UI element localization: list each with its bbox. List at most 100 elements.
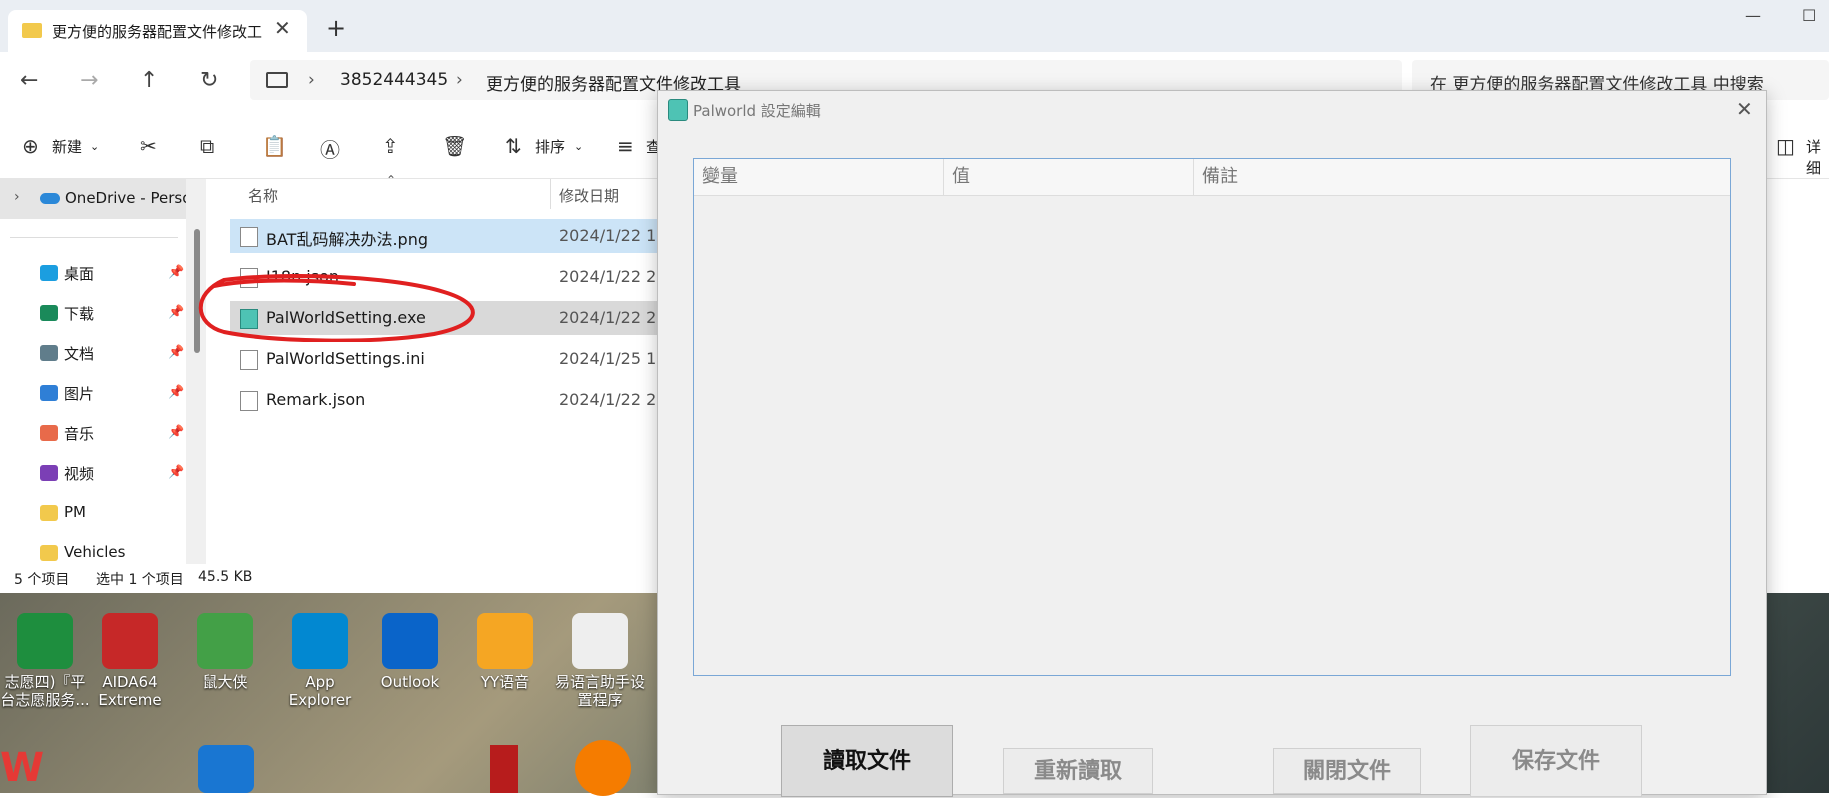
desktop-shortcut[interactable]: 志愿四)『平 台志愿服务... [0,613,90,709]
details-button[interactable]: 详细 [1806,136,1829,178]
file-icon [240,227,258,247]
file-modified-date: 2024/1/22 2:4 [559,390,672,409]
app-shortcut-icon [382,613,438,669]
back-arrow-icon[interactable]: ← [20,68,38,93]
quick-access-list: 桌面 📌 下载 📌 文档 📌 图片 📌 音乐 📌 视频 📌 PM Vehicles [0,179,186,564]
nav-item-label[interactable]: PM [64,503,86,521]
nav-item-label[interactable]: Vehicles [64,543,125,561]
settings-grid[interactable]: 變量 值 備註 [694,159,1730,675]
palworld-app-icon [668,99,688,121]
nav-item-icon [40,465,58,481]
minimize-icon[interactable]: — [1745,6,1761,25]
file-icon [240,350,258,370]
nav-item-icon [40,305,58,321]
nav-item-label[interactable]: 图片 [64,383,94,404]
new-tab-button[interactable]: + [326,14,346,42]
app-shortcut-icon[interactable] [198,745,254,793]
sort-icon[interactable]: ⇅ [505,134,522,158]
column-modified-header[interactable]: 修改日期 [559,185,619,206]
pin-icon[interactable]: 📌 [168,345,184,360]
chevron-down-icon[interactable]: ⌄ [90,140,99,153]
file-row[interactable]: PalWorldSettings.ini 2024/1/25 1:5 [230,342,672,376]
pin-icon[interactable]: 📌 [168,265,184,280]
file-modified-date: 2024/1/22 2:2 [559,267,672,286]
desktop-shortcut-label: App Explorer [288,673,352,709]
breadcrumb-separator-icon: › [456,70,463,90]
desktop-shortcut-label: AIDA64 Extreme [98,673,162,709]
details-pane-icon[interactable]: ◫ [1776,134,1795,158]
chevron-down-icon[interactable]: ⌄ [574,140,583,153]
red-annotation-circle [198,274,475,342]
app-shortcut-icon [572,613,628,669]
desktop-shortcut[interactable]: AIDA64 Extreme [85,613,175,709]
file-row[interactable]: Remark.json 2024/1/22 2:4 [230,383,672,417]
close-file-button[interactable]: 關閉文件 [1273,748,1421,794]
desktop-shortcut[interactable]: App Explorer [275,613,365,709]
app-shortcut-icon[interactable] [490,745,518,793]
app-shortcut-icon [477,613,533,669]
rename-icon[interactable]: Ⓐ [320,134,340,163]
pin-icon[interactable]: 📌 [168,305,184,320]
nav-item-label[interactable]: 桌面 [64,263,94,284]
desktop-shortcut[interactable]: 鼠大侠 [180,613,270,691]
settings-table-panel: 變量 值 備註 [693,158,1731,676]
cut-icon[interactable]: ✂ [140,134,157,158]
pin-icon[interactable]: 📌 [168,385,184,400]
maximize-icon[interactable]: ☐ [1802,6,1816,25]
refresh-icon[interactable]: ↻ [200,68,218,93]
file-list: 名称 ⌃ 修改日期 BAT乱码解决办法.png 2024/1/22 12 I18n.… [206,173,672,564]
reload-button[interactable]: 重新讀取 [1003,748,1153,794]
paste-icon[interactable]: 📋 [262,134,287,158]
file-row[interactable]: BAT乱码解决办法.png 2024/1/22 12 [230,219,670,253]
tab-current-folder[interactable]: 更方便的服务器配置文件修改工 ✕ [8,10,307,52]
load-file-button[interactable]: 讀取文件 [781,725,953,797]
nav-item-icon [40,385,58,401]
app-shortcut-icon[interactable] [575,740,631,796]
desktop-shortcut[interactable]: YY语音 [460,613,550,691]
pin-icon[interactable]: 📌 [168,425,184,440]
column-name-header[interactable]: 名称 [248,185,278,206]
share-icon[interactable]: ⇪ [382,134,399,158]
nav-item-label[interactable]: 视频 [64,463,94,484]
breadcrumb-folder-id[interactable]: 3852444345 [340,70,448,90]
selected-size: 45.5 KB [198,569,253,585]
desktop-shortcut[interactable]: 易语言助手设 置程序 [555,613,645,709]
app-shortcut-icon [102,613,158,669]
delete-icon[interactable]: 🗑 [442,134,467,158]
nav-item-label[interactable]: 文档 [64,343,94,364]
nav-item-label[interactable]: 下载 [64,303,94,324]
app-shortcut-icon [292,613,348,669]
nav-item-icon [40,345,58,361]
file-name: PalWorldSettings.ini [266,349,425,368]
desktop-shortcut[interactable]: Outlook [365,613,455,691]
column-value-header[interactable]: 值 [944,159,1194,195]
sort-button[interactable]: 排序 [535,136,565,157]
nav-item-label[interactable]: 音乐 [64,423,94,444]
dialog-titlebar: Palworld 設定編輯 ✕ [658,91,1766,129]
desktop-icon-grid: 志愿四)『平 台志愿服务... AIDA64 Extreme 鼠大侠 App Expl… [0,613,660,793]
new-button[interactable]: 新建 [52,136,82,157]
column-remark-header[interactable]: 備註 [1194,159,1730,195]
pin-icon[interactable]: 📌 [168,465,184,480]
nav-item-icon [40,545,58,561]
tab-close-icon[interactable]: ✕ [274,16,291,40]
view-icon[interactable]: ≡ [617,134,634,158]
save-file-button[interactable]: 保存文件 [1470,725,1642,797]
up-arrow-icon[interactable]: ↑ [140,68,158,93]
status-bar: 5 个项目 选中 1 个项目 45.5 KB [0,564,660,594]
file-modified-date: 2024/1/22 12 [559,226,667,245]
nav-item-icon [40,265,58,281]
column-variable-header[interactable]: 變量 [694,159,944,195]
app-shortcut-icon [17,613,73,669]
desktop-shortcut-label: 志愿四)『平 台志愿服务... [0,673,90,709]
forward-arrow-icon[interactable]: → [80,68,98,93]
app-shortcut-icon [197,613,253,669]
desktop-shortcut-label: 易语言助手设 置程序 [555,673,646,709]
nav-item-icon [40,505,58,521]
grid-header: 變量 值 備註 [694,159,1730,196]
new-icon[interactable]: ⊕ [22,134,39,158]
column-divider[interactable] [550,179,551,209]
wps-icon[interactable]: W [0,745,60,793]
dialog-close-icon[interactable]: ✕ [1736,97,1753,121]
copy-icon[interactable]: ⧉ [200,134,214,158]
